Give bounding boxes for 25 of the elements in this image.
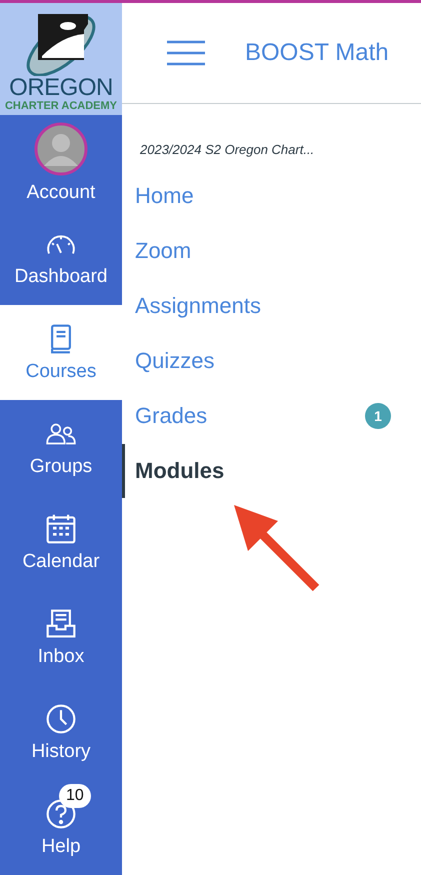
sidebar-item[interactable]: Courses (0, 305, 122, 400)
sidebar-item[interactable]: Calendar (0, 495, 122, 590)
course-nav-link[interactable]: Assignments (122, 287, 421, 325)
logo-text: CHARTER ACADEMY (4, 100, 118, 113)
sidebar-item[interactable]: History (0, 685, 122, 780)
course-nav-link[interactable]: Home (122, 177, 421, 215)
inbox-icon (45, 608, 77, 640)
course-title[interactable]: BOOST Math (245, 39, 389, 67)
count-badge: 1 (365, 403, 391, 429)
course-nav-link[interactable]: Quizzes (122, 342, 421, 380)
course-nav-link[interactable]: Zoom (122, 232, 421, 270)
logo-text: OREGON (9, 76, 113, 100)
notification-badge: 10 (59, 784, 91, 808)
menu-button[interactable] (167, 40, 205, 66)
term-label: 2023/2024 S2 Oregon Chart... (140, 142, 316, 157)
course-nav-link[interactable]: Modules (122, 444, 421, 498)
sidebar-item[interactable]: Dashboard (0, 210, 122, 305)
sidebar-item[interactable]: Account (0, 115, 122, 210)
sidebar-item[interactable]: Help 10 (0, 780, 122, 875)
clock-icon (45, 702, 77, 734)
sidebar-item[interactable]: Groups (0, 400, 122, 495)
course-nav-link[interactable]: Grades 1 (122, 397, 421, 435)
calendar-icon (45, 512, 77, 544)
sidebar-item[interactable]: Inbox (0, 590, 122, 685)
avatar-icon (34, 122, 88, 176)
